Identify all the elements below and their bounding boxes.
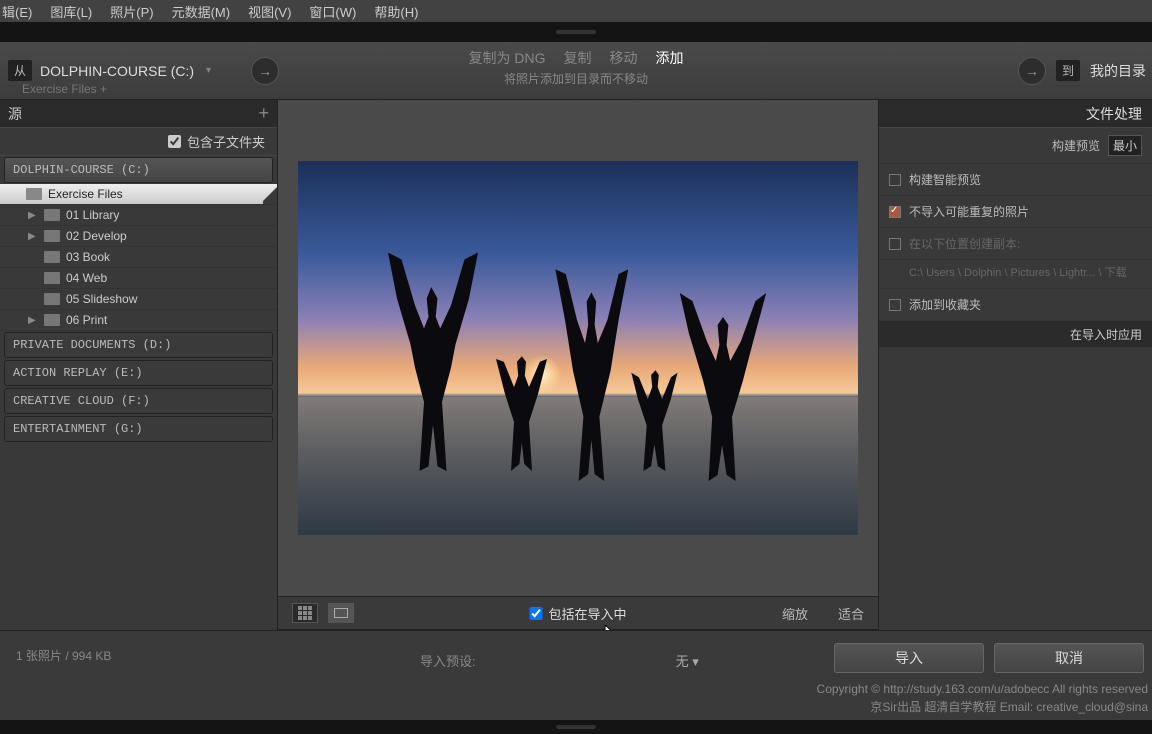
- folder-icon: [44, 230, 60, 242]
- arrow-dest-icon[interactable]: →: [1018, 57, 1046, 85]
- panel-collapse-bottom[interactable]: [0, 720, 1152, 734]
- drive-header[interactable]: ENTERTAINMENT (G:): [4, 416, 273, 442]
- folder-icon: [44, 293, 60, 305]
- single-view-button[interactable]: [328, 603, 354, 623]
- drive-header[interactable]: ACTION REPLAY (E:): [4, 360, 273, 386]
- include-subfolders-label: 包含子文件夹: [187, 132, 265, 151]
- no-duplicate-label: 不导入可能重复的照片: [909, 203, 1029, 220]
- folder-icon: [44, 209, 60, 221]
- single-icon: [334, 608, 348, 618]
- to-badge: 到: [1056, 60, 1080, 81]
- smart-preview-label: 构建智能预览: [909, 171, 981, 188]
- grid-view-button[interactable]: [292, 603, 318, 623]
- op-copy-dng[interactable]: 复制为 DNG: [469, 48, 546, 68]
- import-preset-label: 导入预设:: [420, 651, 476, 670]
- drive-header[interactable]: PRIVATE DOCUMENTS (D:): [4, 332, 273, 358]
- source-header: 源: [8, 104, 22, 124]
- footer-bar: 1 张照片 / 994 KB 导入预设: 无 ▾ 导入 取消 Copyright…: [0, 630, 1152, 720]
- source-subpath[interactable]: Exercise Files +: [22, 82, 107, 96]
- right-panel: 文件处理 构建预览 最小 构建智能预览 不导入可能重复的照片 在以下位置创建副本…: [878, 100, 1152, 630]
- fit-label[interactable]: 适合: [838, 604, 864, 623]
- credit-line-1: Copyright © http://study.163.com/u/adobe…: [817, 680, 1148, 698]
- make-copy-label: 在以下位置创建副本:: [909, 235, 1020, 252]
- folder-item[interactable]: 04 Web: [0, 268, 277, 289]
- folder-item[interactable]: ▶ 06 Print: [0, 310, 277, 331]
- add-source-icon[interactable]: +: [258, 103, 269, 124]
- menu-edit[interactable]: 辑(E): [2, 2, 32, 21]
- folder-exercise-files[interactable]: Exercise Files: [0, 184, 277, 205]
- zoom-label: 缩放: [782, 604, 808, 623]
- source-drive[interactable]: DOLPHIN-COURSE (C:): [40, 63, 194, 79]
- from-badge: 从: [8, 60, 32, 81]
- disclosure-icon[interactable]: ▶: [28, 231, 38, 242]
- chevron-down-icon[interactable]: ▾: [206, 65, 211, 76]
- file-handling-header[interactable]: 文件处理: [879, 100, 1152, 128]
- apply-on-import-header[interactable]: 在导入时应用: [879, 321, 1152, 347]
- to-destination[interactable]: 我的目录: [1090, 61, 1146, 81]
- folder-item[interactable]: ▶ 01 Library: [0, 205, 277, 226]
- import-source-bar: 从 DOLPHIN-COURSE (C:) ▾ Exercise Files +…: [0, 42, 1152, 100]
- include-in-import-checkbox[interactable]: [529, 607, 542, 620]
- smart-preview-checkbox[interactable]: [889, 174, 901, 186]
- add-favorites-label: 添加到收藏夹: [909, 296, 981, 313]
- photo-count: 1 张照片 / 994 KB: [16, 647, 111, 664]
- panel-collapse-top[interactable]: [0, 22, 1152, 42]
- viewer-toolbar: 包括在导入中 缩放 适合: [278, 596, 878, 630]
- folder-item[interactable]: 03 Book: [0, 247, 277, 268]
- make-copy-checkbox[interactable]: [889, 238, 901, 250]
- folder-item[interactable]: ▶ 02 Develop: [0, 226, 277, 247]
- op-desc: 将照片添加到目录而不移动: [469, 70, 684, 87]
- drive-header[interactable]: DOLPHIN-COURSE (C:): [4, 157, 273, 183]
- menu-metadata[interactable]: 元数据(M): [172, 2, 231, 21]
- menu-photo[interactable]: 照片(P): [110, 2, 153, 21]
- import-button[interactable]: 导入: [834, 643, 984, 673]
- copy-path: C:\ Users \ Dolphin \ Pictures \ Lightr.…: [879, 260, 1152, 289]
- menu-bar[interactable]: 辑(E) 图库(L) 照片(P) 元数据(M) 视图(V) 窗口(W) 帮助(H…: [0, 0, 1152, 22]
- op-add[interactable]: 添加: [656, 48, 684, 68]
- build-preview-select[interactable]: 最小: [1108, 135, 1142, 156]
- disclosure-icon[interactable]: ▶: [28, 315, 38, 326]
- menu-help[interactable]: 帮助(H): [374, 2, 418, 21]
- build-preview-label: 构建预览: [1052, 137, 1100, 154]
- left-panel: 源 + 包含子文件夹 DOLPHIN-COURSE (C:) Exercise …: [0, 100, 278, 630]
- folder-item[interactable]: 05 Slideshow: [0, 289, 277, 310]
- menu-view[interactable]: 视图(V): [248, 2, 291, 21]
- folder-icon: [44, 272, 60, 284]
- credit-line-2: 京Sir出品 超清自学教程 Email: creative_cloud@sina: [817, 698, 1148, 716]
- grid-icon: [298, 606, 312, 620]
- disclosure-icon[interactable]: ▶: [28, 210, 38, 221]
- preview-panel: 包括在导入中 缩放 适合: [278, 100, 878, 630]
- arrow-next-icon[interactable]: →: [251, 57, 279, 85]
- folder-icon: [26, 188, 42, 200]
- menu-window[interactable]: 窗口(W): [309, 2, 356, 21]
- folder-icon: [44, 251, 60, 263]
- op-copy[interactable]: 复制: [564, 48, 592, 68]
- op-move[interactable]: 移动: [610, 48, 638, 68]
- no-duplicate-checkbox[interactable]: [889, 206, 901, 218]
- cancel-button[interactable]: 取消: [994, 643, 1144, 673]
- add-favorites-checkbox[interactable]: [889, 299, 901, 311]
- drive-header[interactable]: CREATIVE CLOUD (F:): [4, 388, 273, 414]
- photo-preview[interactable]: [298, 161, 858, 535]
- folder-icon: [44, 314, 60, 326]
- include-in-import-label: 包括在导入中: [548, 604, 626, 623]
- menu-library[interactable]: 图库(L): [50, 2, 92, 21]
- include-subfolders-checkbox[interactable]: [168, 135, 181, 148]
- import-preset-value[interactable]: 无 ▾: [676, 651, 699, 670]
